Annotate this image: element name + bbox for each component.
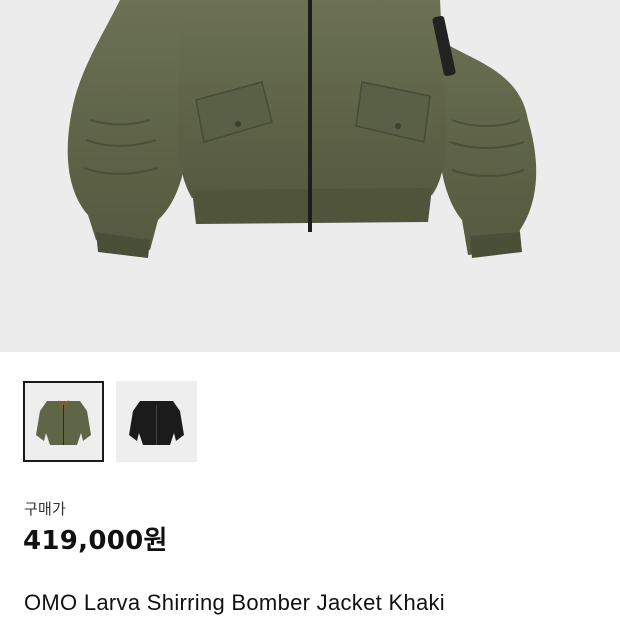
product-title: OMO Larva Shirring Bomber Jacket Khaki [24,590,445,615]
thumbnail-khaki[interactable] [23,381,104,462]
price-value: 419,000원 [23,526,168,556]
thumbnail-black[interactable] [116,381,197,462]
khaki-bomber-jacket-photo [67,0,537,258]
product-hero-image[interactable] [0,0,620,352]
khaki-jacket-thumbnail [36,400,91,445]
black-jacket-thumbnail [129,401,184,445]
price-label: 구매가 [24,500,67,518]
